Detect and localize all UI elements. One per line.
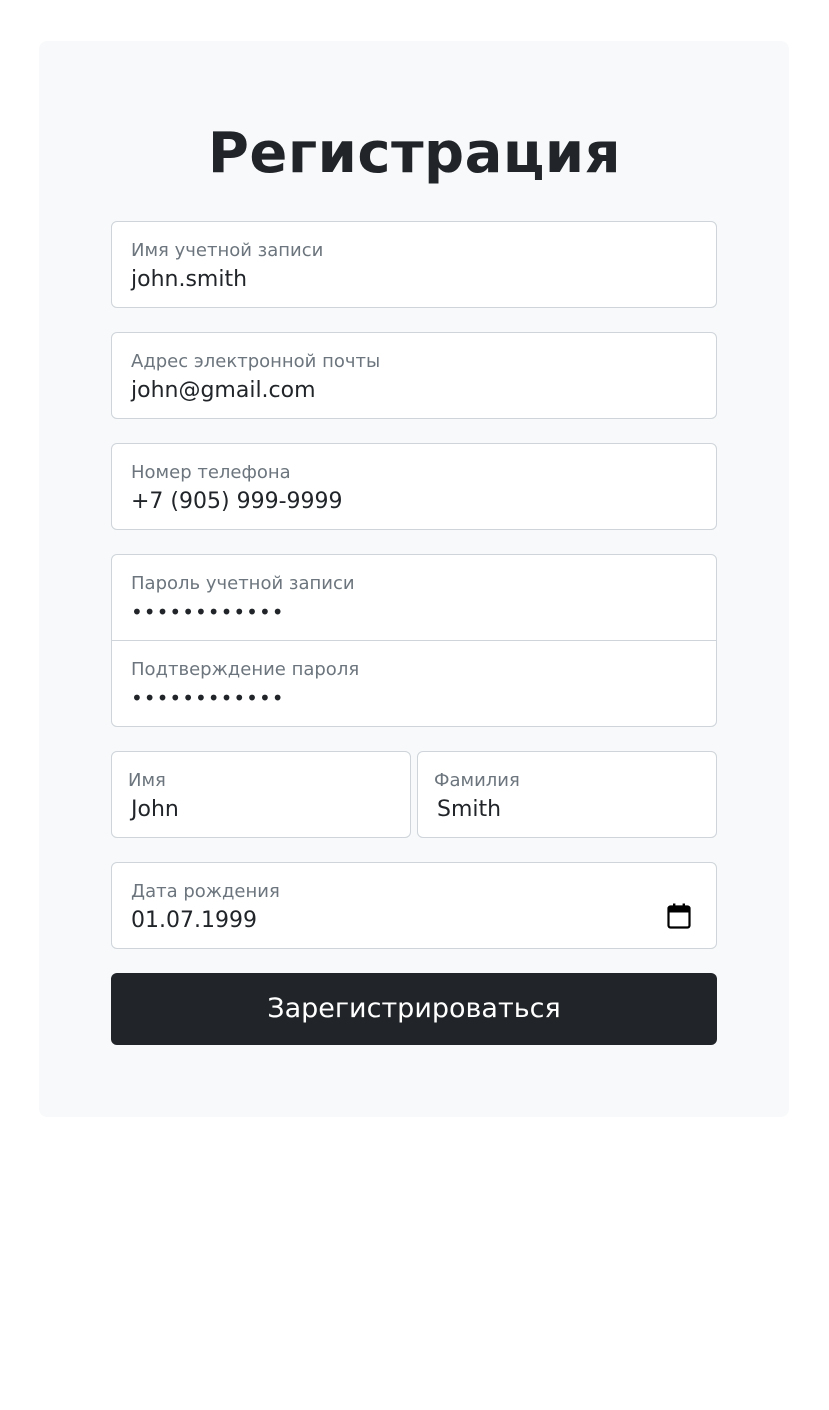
password-confirm-field[interactable]: Подтверждение пароля •••••••••••• bbox=[112, 641, 716, 727]
email-label: Адрес электронной почты bbox=[131, 351, 381, 372]
last-name-label: Фамилия bbox=[434, 770, 520, 791]
email-value: john@gmail.com bbox=[131, 378, 316, 403]
last-name-value: Smith bbox=[437, 797, 502, 822]
birth-date-label: Дата рождения bbox=[131, 881, 280, 902]
password-confirm-label: Подтверждение пароля bbox=[131, 659, 360, 680]
password-label: Пароль учетной записи bbox=[131, 573, 355, 594]
username-field[interactable]: Имя учетной записи john.smith bbox=[111, 221, 717, 308]
username-label: Имя учетной записи bbox=[131, 240, 324, 261]
password-value: •••••••••••• bbox=[131, 600, 285, 624]
phone-field[interactable]: Номер телефона +7 (905) 999-9999 bbox=[111, 443, 717, 530]
phone-label: Номер телефона bbox=[131, 462, 291, 483]
birth-date-value: 01.07.1999 bbox=[131, 908, 257, 933]
birth-date-field[interactable]: Дата рождения 01.07.1999 bbox=[111, 862, 717, 949]
first-name-label: Имя bbox=[128, 770, 166, 791]
password-confirm-value: •••••••••••• bbox=[131, 686, 285, 710]
page-title: Регистрация bbox=[207, 121, 622, 186]
password-field[interactable]: Пароль учетной записи •••••••••••• bbox=[112, 555, 716, 641]
register-button[interactable]: Зарегистрироваться bbox=[111, 973, 717, 1045]
first-name-value: John bbox=[131, 797, 179, 822]
calendar-icon[interactable] bbox=[667, 903, 691, 929]
last-name-field[interactable]: Фамилия Smith bbox=[417, 751, 717, 838]
first-name-field[interactable]: Имя John bbox=[111, 751, 411, 838]
email-field[interactable]: Адрес электронной почты john@gmail.com bbox=[111, 332, 717, 419]
password-group: Пароль учетной записи •••••••••••• Подтв… bbox=[111, 554, 717, 727]
phone-value: +7 (905) 999-9999 bbox=[131, 489, 343, 514]
username-value: john.smith bbox=[131, 267, 248, 292]
